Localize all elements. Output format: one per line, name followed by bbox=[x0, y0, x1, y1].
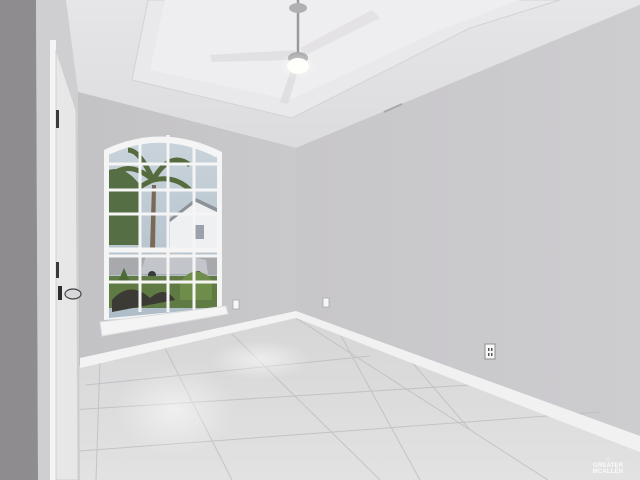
outlet-icon bbox=[232, 299, 240, 310]
left-side-wall bbox=[0, 0, 38, 480]
floor-reflection-2 bbox=[210, 340, 310, 380]
watermark-house-icon: ⌂ bbox=[605, 456, 611, 463]
watermark-logo: ⌂ GREATER MCALLEN bbox=[578, 456, 638, 475]
door bbox=[55, 49, 79, 480]
floor-reflection bbox=[115, 365, 235, 455]
room-photo bbox=[0, 0, 640, 480]
window bbox=[104, 135, 222, 320]
door-hinge bbox=[56, 262, 59, 278]
door-hinge bbox=[56, 110, 59, 128]
door-casing bbox=[50, 40, 56, 480]
outlet-icon bbox=[322, 297, 330, 308]
outlet-icon bbox=[484, 343, 496, 360]
watermark-text: GREATER MCALLEN bbox=[592, 463, 624, 475]
